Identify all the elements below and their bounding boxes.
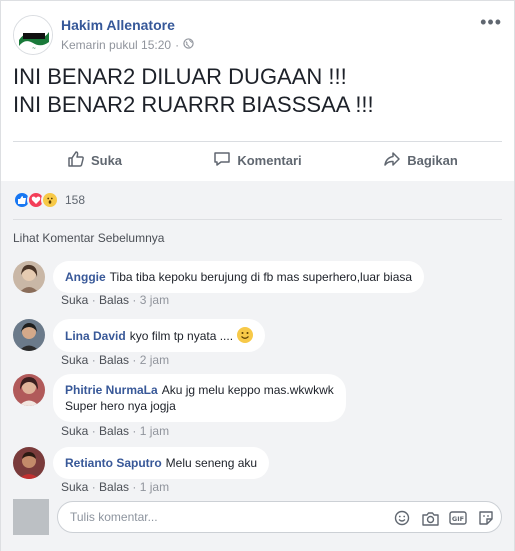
more-options-button[interactable]: ••• — [480, 13, 502, 31]
commenter-name[interactable]: Anggie — [65, 270, 106, 284]
wow-reaction-icon — [41, 191, 59, 209]
view-previous-comments-link[interactable]: Lihat Komentar Sebelumnya — [13, 231, 164, 245]
like-button[interactable]: Suka — [13, 144, 176, 176]
share-button[interactable]: Bagikan — [339, 144, 502, 176]
gif-icon[interactable]: GIF — [449, 509, 467, 527]
post-line-1: INI BENAR2 DILUAR DUGAAN !!! — [13, 64, 347, 89]
comment-time[interactable]: 1 jam — [140, 424, 169, 438]
comment-actions: Suka · Balas · 3 jam — [61, 293, 170, 307]
svg-text:GIF: GIF — [452, 515, 464, 523]
comment-text: Tiba tiba kepoku berujung di fb mas supe… — [109, 270, 413, 284]
divider — [13, 219, 502, 220]
comment-time[interactable]: 1 jam — [140, 480, 169, 494]
comment-like-link[interactable]: Suka — [61, 353, 88, 367]
dot-separator: · — [175, 38, 180, 52]
reaction-count: 158 — [65, 193, 86, 207]
comment-input-placeholder: Tulis komentar... — [70, 510, 158, 524]
post-body: INI BENAR2 DILUAR DUGAAN !!! INI BENAR2 … — [13, 63, 374, 119]
comment-like-link[interactable]: Suka — [61, 424, 88, 438]
comment-bubble: Anggie Tiba tiba kepoku berujung di fb ma… — [53, 261, 425, 293]
author-name[interactable]: Hakim Allenatore — [61, 17, 175, 33]
like-label: Suka — [90, 152, 123, 168]
author-avatar[interactable]: ~ — [13, 15, 53, 55]
comment-bubble: Phitrie NurmaLa Aku jg melu keppo mas.wkw… — [53, 374, 346, 422]
svg-text:~: ~ — [32, 46, 36, 52]
commenter-name[interactable]: Retianto Saputro — [65, 456, 162, 470]
sticker-icon[interactable] — [477, 509, 495, 527]
current-user-avatar — [13, 499, 49, 535]
post-action-bar: Suka Komentari Bagikan — [13, 144, 502, 176]
commenter-name[interactable]: Lina David — [65, 329, 126, 343]
camera-icon[interactable] — [421, 509, 439, 527]
comment-reply-link[interactable]: Balas — [99, 480, 129, 494]
comment-actions: Suka · Balas · 1 jam — [61, 480, 170, 494]
post-meta: Kemarin pukul 15:20 · — [61, 38, 194, 52]
thumbs-up-icon — [67, 150, 85, 171]
comment-time[interactable]: 3 jam — [140, 293, 169, 307]
commenter-avatar[interactable] — [13, 374, 45, 406]
share-label: Bagikan — [407, 152, 458, 168]
post-card: ~ Hakim Allenatore Kemarin pukul 15:20 ·… — [0, 0, 515, 551]
globe-icon[interactable] — [183, 38, 194, 52]
commenter-avatar[interactable] — [13, 319, 45, 351]
emoji-icon[interactable] — [393, 509, 411, 527]
comment-text: Aku jg melu keppo mas.wkwkwk — [161, 383, 334, 397]
smiley-emoji-icon — [237, 327, 254, 343]
commenter-avatar[interactable] — [13, 447, 45, 479]
comment-bubble: Lina David kyo film tp nyata .... — [53, 319, 266, 352]
comment-composer: Tulis komentar... GIF — [13, 499, 502, 535]
post-timestamp[interactable]: Kemarin pukul 15:20 — [61, 38, 171, 52]
comment-like-link[interactable]: Suka — [61, 293, 88, 307]
comment-time[interactable]: 2 jam — [140, 353, 169, 367]
comments-section: 158 Lihat Komentar Sebelumnya Anggie Tiba… — [1, 181, 514, 551]
divider — [13, 141, 502, 142]
comment-text: Melu seneng aku — [165, 456, 258, 470]
commenter-avatar[interactable] — [13, 261, 45, 293]
comment-bubble: Retianto Saputro Melu seneng aku — [53, 447, 270, 479]
comment-button[interactable]: Komentari — [176, 144, 339, 176]
composer-tools: GIF — [393, 509, 495, 527]
share-arrow-icon — [383, 150, 401, 171]
comment-actions: Suka · Balas · 1 jam — [61, 424, 170, 438]
comment-reply-link[interactable]: Balas — [99, 353, 129, 367]
reactions-summary[interactable]: 158 — [13, 191, 85, 209]
post-line-2: INI BENAR2 RUARRR BIASSSAA !!! — [13, 92, 374, 117]
comment-actions: Suka · Balas · 2 jam — [61, 353, 170, 367]
comment-like-link[interactable]: Suka — [61, 480, 88, 494]
comment-reply-link[interactable]: Balas — [99, 424, 129, 438]
comment-input[interactable]: Tulis komentar... GIF — [57, 501, 502, 533]
post-header: ~ Hakim Allenatore Kemarin pukul 15:20 ·… — [13, 13, 502, 57]
comment-label: Komentari — [237, 152, 302, 168]
commenter-name[interactable]: Phitrie NurmaLa — [65, 383, 158, 397]
speech-bubble-icon — [213, 150, 231, 171]
comment-reply-link[interactable]: Balas — [99, 293, 129, 307]
comment-text: kyo film tp nyata .... — [129, 329, 234, 343]
comment-text-line-2: Super hero nya jogja — [65, 399, 176, 413]
